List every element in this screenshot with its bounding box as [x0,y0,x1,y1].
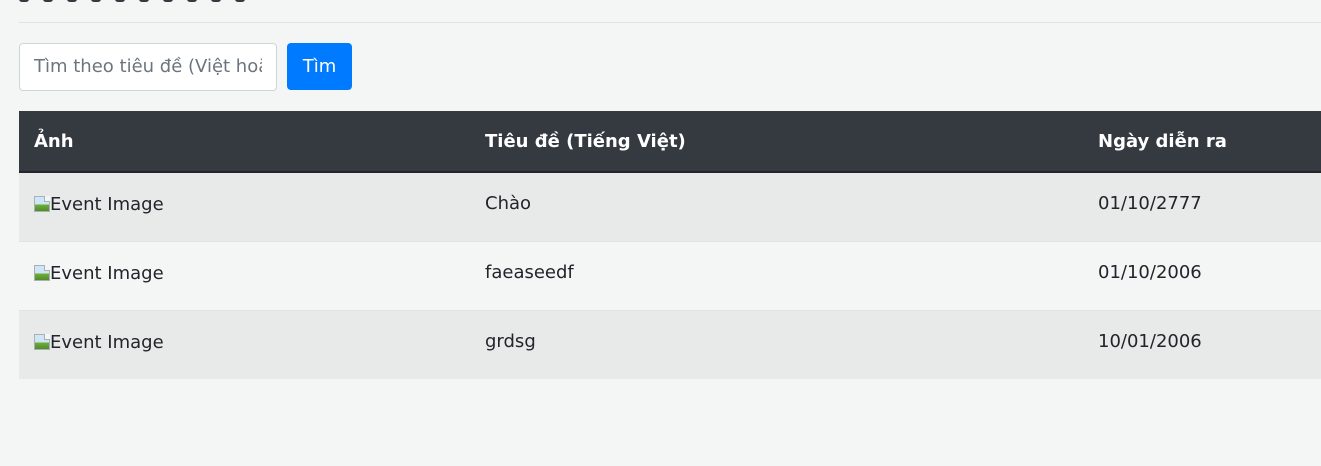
table-header-row: Ảnh Tiêu đề (Tiếng Việt) Ngày diễn ra [19,111,1321,173]
table-row[interactable]: Event Image faeaseedf 01/10/2006 [19,240,1321,310]
event-title-cell: grdsg [470,309,1083,379]
broken-image-icon [34,333,50,350]
event-image-cell: Event Image [19,309,470,379]
event-image: Event Image [34,195,164,215]
search-input[interactable] [19,42,277,91]
event-title-cell: Chào [470,171,1083,241]
event-image-cell: Event Image [19,171,470,241]
table-row[interactable]: Event Image grdsg 10/01/2006 [19,309,1321,379]
event-image-alt: Event Image [50,331,164,353]
event-title-cell: faeaseedf [470,240,1083,310]
search-button[interactable]: Tìm [287,43,352,90]
event-image-alt: Event Image [50,262,164,284]
table-header: Ảnh Tiêu đề (Tiếng Việt) Ngày diễn ra [19,111,1321,173]
event-image: Event Image [34,331,164,353]
event-date-cell: 10/01/2006 [1083,309,1321,379]
event-image: Event Image [34,262,164,284]
page-title-cropped [19,0,279,4]
table-body: Event Image Chào 01/10/2777 Event Image … [19,171,1321,379]
event-image-alt: Event Image [50,194,164,215]
table-row[interactable]: Event Image Chào 01/10/2777 [19,171,1321,241]
event-date-cell: 01/10/2006 [1083,240,1321,310]
column-header-image: Ảnh [19,111,470,173]
column-header-title: Tiêu đề (Tiếng Việt) [470,111,1083,173]
search-form: Tìm [19,42,352,91]
page-header-strip [19,0,1321,23]
broken-image-icon [34,264,50,281]
broken-image-icon [34,196,50,212]
column-header-date: Ngày diễn ra [1083,111,1321,173]
event-image-cell: Event Image [19,240,470,310]
events-table: Ảnh Tiêu đề (Tiếng Việt) Ngày diễn ra Ev… [19,111,1321,379]
event-date-cell: 01/10/2777 [1083,171,1321,241]
